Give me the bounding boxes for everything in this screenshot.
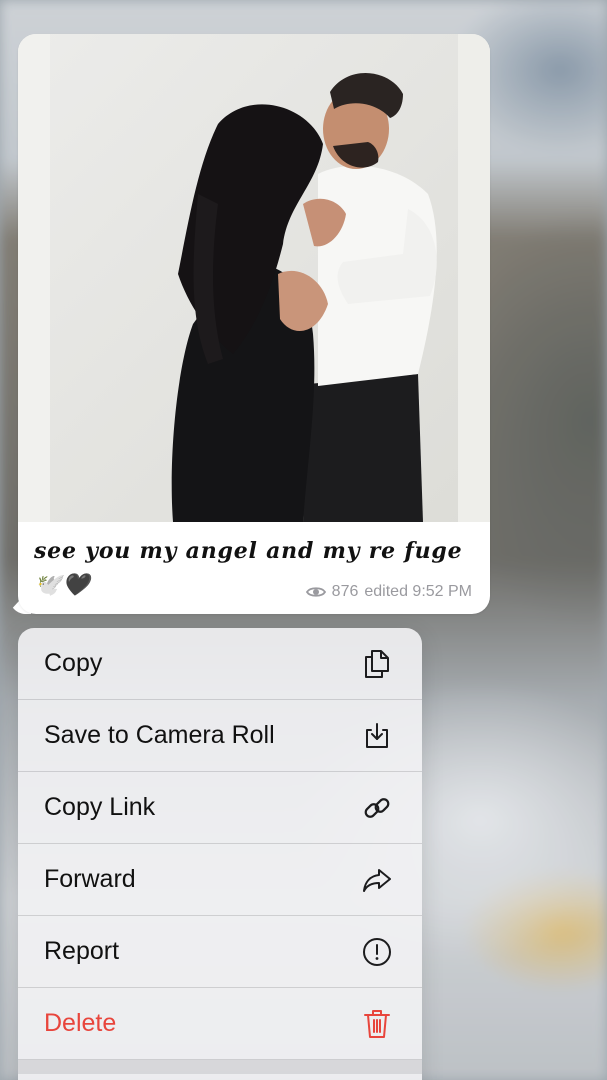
save-download-icon bbox=[360, 719, 394, 753]
menu-item-label: Report bbox=[44, 937, 120, 965]
menu-item-copy-link[interactable]: Copy Link bbox=[18, 772, 422, 844]
view-count: 876 bbox=[331, 583, 359, 600]
copy-icon bbox=[360, 647, 394, 681]
message-bubble[interactable]: see you my angel and my re fuge🕊️🖤 876 e… bbox=[18, 34, 490, 614]
message-meta: 876 edited 9:52 PM bbox=[305, 583, 472, 601]
trash-icon bbox=[360, 1007, 394, 1041]
exclamation-circle-icon bbox=[360, 935, 394, 969]
message-photo[interactable] bbox=[18, 34, 490, 522]
photo-illustration bbox=[18, 34, 490, 522]
menu-item-label: Save to Camera Roll bbox=[44, 721, 275, 749]
menu-item-label: Copy bbox=[44, 649, 103, 677]
menu-item-copy[interactable]: Copy bbox=[18, 628, 422, 700]
menu-section-divider bbox=[18, 1060, 422, 1074]
menu-item-label: Delete bbox=[44, 1009, 117, 1037]
menu-item-save-to-camera-roll[interactable]: Save to Camera Roll bbox=[18, 700, 422, 772]
views-eye-icon bbox=[305, 587, 326, 597]
menu-item-delete[interactable]: Delete bbox=[18, 988, 422, 1060]
context-menu: Copy Save to Camera Roll Copy Link Forwa… bbox=[18, 628, 422, 1080]
menu-item-label: Forward bbox=[44, 865, 136, 893]
menu-item-forward[interactable]: Forward bbox=[18, 844, 422, 916]
edited-timestamp: edited 9:52 PM bbox=[364, 583, 472, 600]
menu-item-label: Copy Link bbox=[44, 793, 156, 821]
link-icon bbox=[360, 791, 394, 825]
forward-arrow-icon bbox=[360, 863, 394, 897]
menu-item-report[interactable]: Report bbox=[18, 916, 422, 988]
